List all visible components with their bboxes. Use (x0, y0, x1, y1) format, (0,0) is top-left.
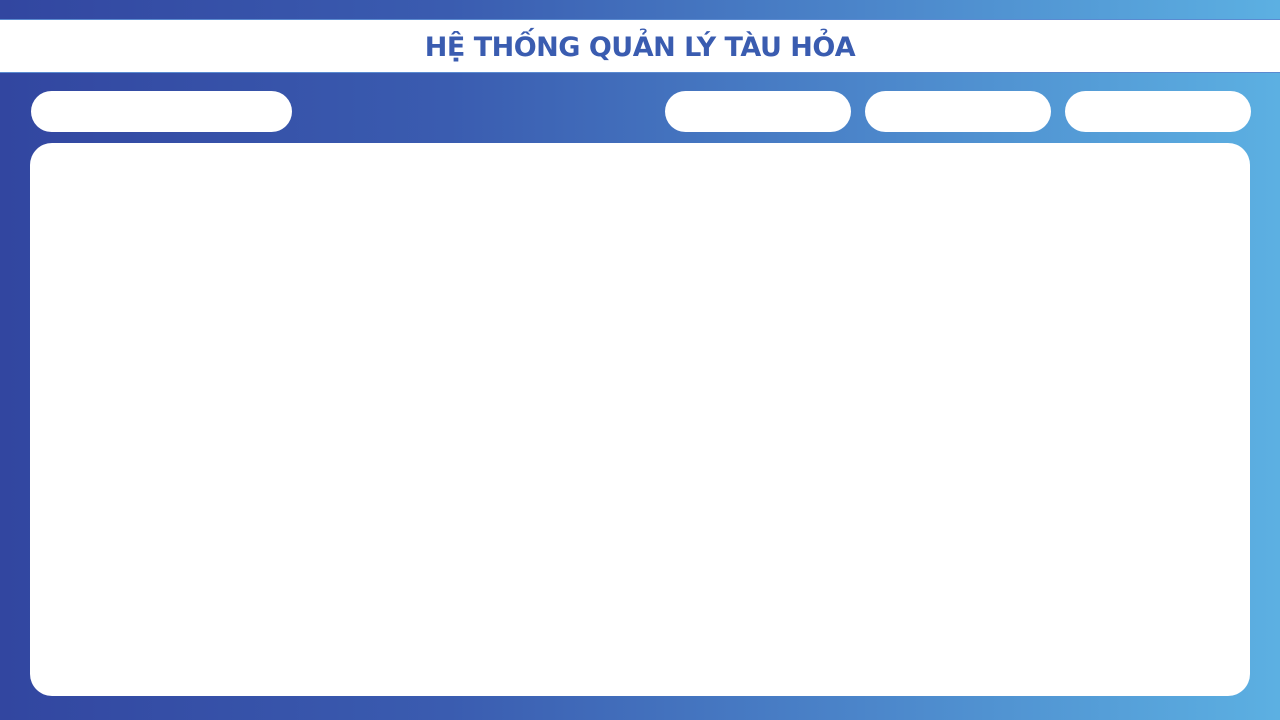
title-bar: HỆ THỐNG QUẢN LÝ TÀU HỎA (0, 19, 1280, 73)
nav-button-3[interactable] (1065, 91, 1251, 132)
nav-button-2[interactable] (865, 91, 1051, 132)
page-title: HỆ THỐNG QUẢN LÝ TÀU HỎA (424, 31, 856, 63)
main-content-panel (30, 143, 1250, 696)
search-input[interactable] (31, 91, 292, 132)
nav-button-1[interactable] (665, 91, 851, 132)
